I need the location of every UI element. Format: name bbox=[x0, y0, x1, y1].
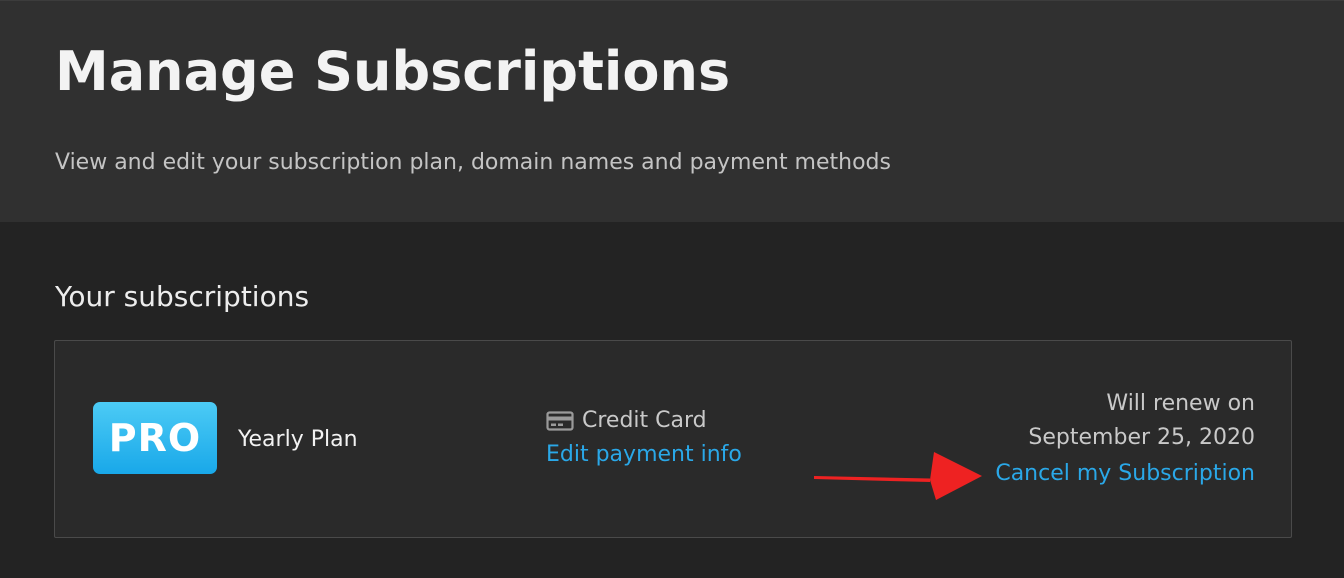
page-title: Manage Subscriptions bbox=[55, 40, 731, 103]
pro-badge: PRO bbox=[93, 402, 217, 474]
credit-card-icon bbox=[546, 410, 574, 432]
renew-label: Will renew on bbox=[1106, 391, 1255, 416]
red-arrow-icon bbox=[814, 452, 982, 500]
section-title: Your subscriptions bbox=[55, 280, 310, 313]
payment-info: Credit Card Edit payment info bbox=[546, 405, 742, 471]
renewal-info: Will renew on September 25, 2020 Cancel … bbox=[995, 387, 1255, 493]
payment-method-label: Credit Card bbox=[582, 408, 707, 433]
cancel-subscription-link[interactable]: Cancel my Subscription bbox=[995, 455, 1255, 493]
plan-name: Yearly Plan bbox=[238, 427, 358, 452]
renew-date: September 25, 2020 bbox=[1028, 425, 1255, 450]
page-subtitle: View and edit your subscription plan, do… bbox=[55, 150, 891, 175]
page-header: Manage Subscriptions View and edit your … bbox=[0, 0, 1344, 222]
subscription-card: PRO Yearly Plan Credit Card Edit payment… bbox=[54, 340, 1292, 538]
payment-method-row: Credit Card bbox=[546, 405, 742, 437]
edit-payment-info-link[interactable]: Edit payment info bbox=[546, 439, 742, 471]
page: Manage Subscriptions View and edit your … bbox=[0, 0, 1344, 578]
